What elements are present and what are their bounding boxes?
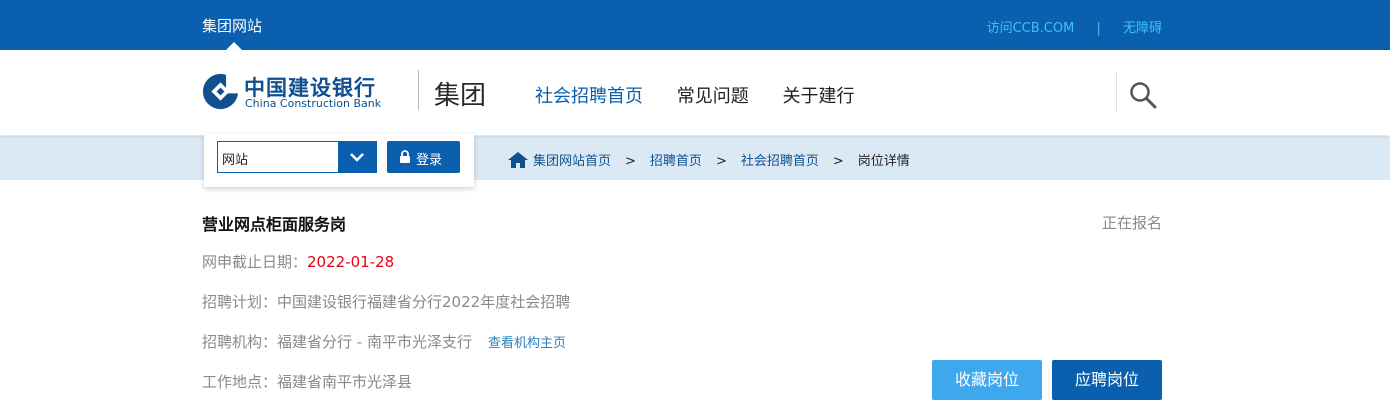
location-row: 工作地点：福建省南平市光泽县: [202, 371, 412, 392]
active-caret-icon: [226, 42, 242, 50]
ccb-emblem-icon: [202, 73, 239, 110]
lock-icon: [400, 150, 410, 163]
location-label: 工作地点：: [202, 373, 278, 391]
logo-divider: [418, 70, 419, 110]
top-links: 访问CCB.COM | 无障碍: [987, 17, 1162, 36]
nav-social-recruitment-home[interactable]: 社会招聘首页: [535, 86, 643, 107]
login-panel: 网站 登录: [204, 134, 474, 187]
job-title: 营业网点柜面服务岗: [202, 215, 347, 234]
deadline-label: 网申截止日期：: [202, 253, 308, 271]
top-bar: 集团网站 访问CCB.COM | 无障碍: [0, 0, 1390, 50]
breadcrumb-recruit-home[interactable]: 招聘首页: [650, 154, 702, 169]
select-toggle[interactable]: [338, 142, 376, 172]
accessibility-link[interactable]: 无障碍: [1123, 17, 1162, 36]
top-links-separator: |: [1096, 21, 1101, 36]
main-nav: 社会招聘首页 常见问题 关于建行: [535, 82, 882, 108]
plan-row: 招聘计划：中国建设银行福建省分行2022年度社会招聘: [202, 291, 570, 312]
breadcrumb-current: 岗位详情: [857, 154, 910, 169]
ccb-logo[interactable]: 中国建设银行 China Construction Bank: [202, 72, 402, 112]
view-org-homepage-link[interactable]: 查看机构主页: [488, 336, 566, 351]
plan-label: 招聘计划：: [202, 293, 278, 311]
favorite-job-button[interactable]: 收藏岗位: [932, 360, 1042, 400]
visit-ccb-link[interactable]: 访问CCB.COM: [987, 17, 1075, 36]
login-button[interactable]: 登录: [387, 141, 460, 173]
site-select[interactable]: 网站: [217, 141, 377, 173]
breadcrumb-separator: >: [832, 154, 844, 169]
deadline-row: 网申截止日期：2022-01-28: [202, 251, 394, 272]
apply-job-button[interactable]: 应聘岗位: [1052, 360, 1162, 400]
breadcrumb-separator: >: [625, 154, 636, 169]
breadcrumb-separator: >: [715, 154, 727, 169]
breadcrumb-group-home[interactable]: 集团网站首页: [533, 154, 611, 169]
job-status: 正在报名: [1101, 214, 1162, 232]
org-value: 福建省分行 - 南平市光泽支行: [277, 333, 472, 351]
search-divider: [1116, 72, 1117, 112]
chevron-down-icon: [350, 153, 364, 162]
org-label: 招聘机构：: [202, 333, 278, 351]
nav-about-ccb[interactable]: 关于建行: [782, 86, 854, 107]
breadcrumb-social-recruit-home[interactable]: 社会招聘首页: [741, 154, 819, 169]
home-icon[interactable]: [508, 152, 528, 168]
breadcrumb: 集团网站首页 > 招聘首页 > 社会招聘首页 > 岗位详情: [508, 150, 910, 169]
location-value: 福建省南平市光泽县: [277, 373, 413, 391]
plan-value: 中国建设银行福建省分行2022年度社会招聘: [277, 293, 571, 311]
main-header: 中国建设银行 China Construction Bank 集团 社会招聘首页…: [0, 50, 1390, 135]
group-label: 集团: [434, 81, 487, 111]
site-select-value: 网站: [222, 153, 249, 168]
login-label: 登录: [416, 153, 443, 168]
logo-english-text: China Construction Bank: [245, 97, 382, 110]
deadline-value: 2022-01-28: [307, 253, 395, 271]
group-site-label[interactable]: 集团网站: [202, 15, 262, 36]
nav-faq[interactable]: 常见问题: [677, 86, 749, 107]
search-icon[interactable]: [1128, 80, 1158, 110]
org-row: 招聘机构：福建省分行 - 南平市光泽支行 查看机构主页: [202, 331, 566, 352]
